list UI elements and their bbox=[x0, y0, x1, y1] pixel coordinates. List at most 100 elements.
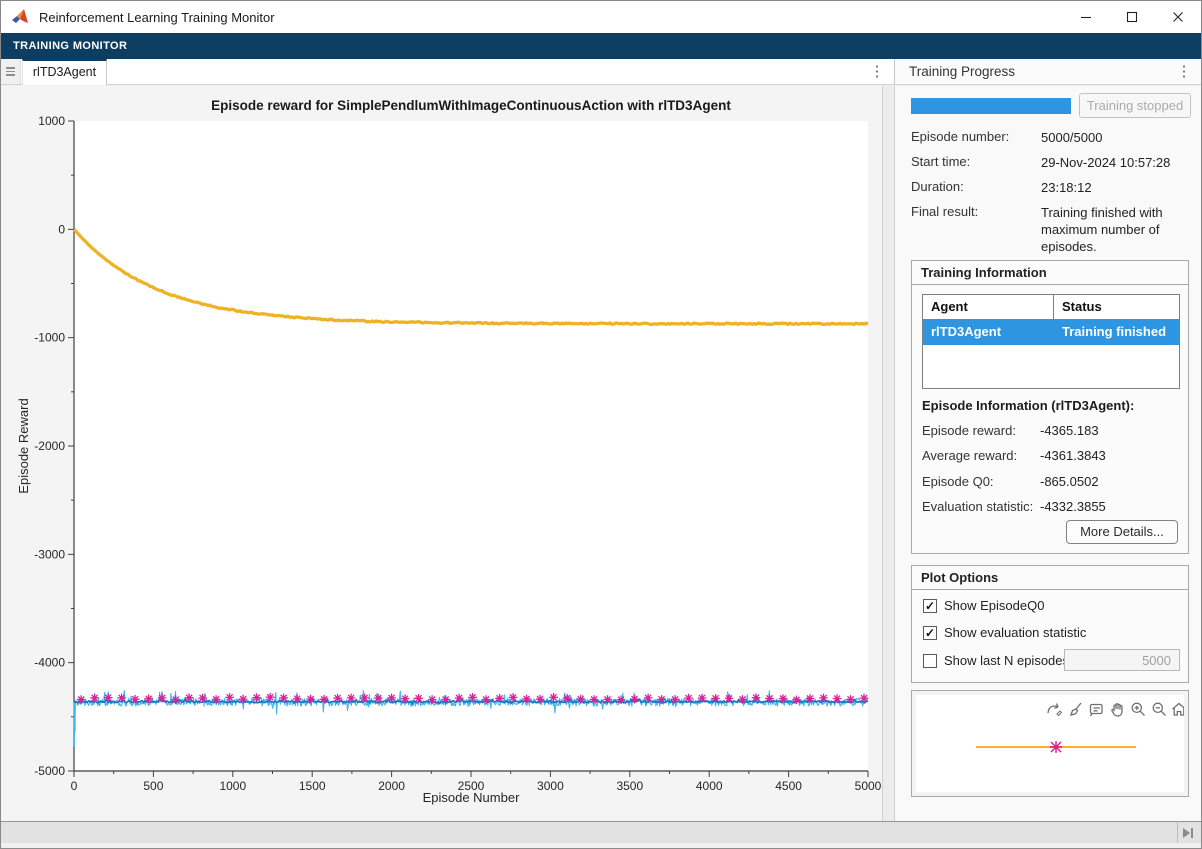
panel-title: Training Progress bbox=[909, 64, 1016, 79]
window-title: Reinforcement Learning Training Monitor bbox=[39, 9, 275, 25]
table-row[interactable]: rlTD3Agent Training finished bbox=[923, 320, 1179, 345]
svg-text:-4000: -4000 bbox=[34, 656, 65, 670]
document-tabs-menu-icon[interactable]: ⋮ bbox=[868, 59, 886, 85]
duration-label: Duration: bbox=[911, 179, 964, 194]
tab-grip-icon[interactable] bbox=[1, 59, 21, 84]
svg-text:Episode Number: Episode Number bbox=[423, 790, 520, 805]
column-status: Status bbox=[1062, 299, 1102, 314]
panel-menu-icon[interactable]: ⋮ bbox=[1175, 59, 1193, 85]
close-button[interactable] bbox=[1155, 1, 1201, 33]
svg-text:5000: 5000 bbox=[855, 779, 882, 793]
panel-header: Training Progress ⋮ bbox=[895, 59, 1201, 84]
start-time-value: 29-Nov-2024 10:57:28 bbox=[1041, 155, 1171, 170]
bottom-bar bbox=[1, 821, 1201, 843]
episode-reward-chart[interactable]: 0 500 1000 1500 2000 2500 3000 3500 4000 4500 5000… bbox=[1, 86, 882, 821]
svg-text:1500: 1500 bbox=[299, 779, 326, 793]
svg-text:1000: 1000 bbox=[219, 779, 246, 793]
episode-information-title: Episode Information (rlTD3Agent): bbox=[922, 398, 1135, 413]
svg-text:-5000: -5000 bbox=[34, 764, 65, 778]
zoom-out-icon[interactable] bbox=[1152, 702, 1166, 716]
episode-number-row: Episode number: 5000/5000 bbox=[911, 129, 1191, 146]
svg-text:Episode Reward: Episode Reward bbox=[16, 398, 31, 493]
progress-bar-fill bbox=[911, 98, 1071, 114]
cell-agent: rlTD3Agent bbox=[923, 320, 1054, 345]
cell-status: Training finished bbox=[1062, 324, 1167, 339]
minimize-button[interactable] bbox=[1063, 1, 1109, 33]
overview-plot-group bbox=[911, 690, 1189, 797]
training-information-group: Training Information Agent Status rlTD3A… bbox=[911, 260, 1189, 554]
app-window: Reinforcement Learning Training Monitor … bbox=[0, 0, 1202, 849]
more-details-button[interactable]: More Details... bbox=[1066, 520, 1178, 544]
svg-text:-3000: -3000 bbox=[34, 547, 65, 561]
matlab-logo-icon bbox=[12, 9, 28, 23]
evaluation-statistic-value: -4332.3855 bbox=[1040, 499, 1106, 514]
collapse-panel-icon[interactable] bbox=[1181, 826, 1195, 840]
ribbon: TRAINING MONITOR bbox=[1, 33, 1201, 59]
show-last-n-episodes-checkbox[interactable] bbox=[923, 653, 937, 668]
svg-text:500: 500 bbox=[143, 779, 163, 793]
datatips-icon[interactable] bbox=[1089, 703, 1103, 717]
episode-number-label: Episode number: bbox=[911, 129, 1010, 144]
duration-row: Duration: 23:18:12 bbox=[911, 179, 1191, 196]
document-tab-strip: rlTD3Agent ⋮ bbox=[1, 59, 895, 85]
training-stopped-button[interactable]: Training stopped bbox=[1079, 93, 1191, 118]
overview-plot[interactable] bbox=[916, 695, 1186, 792]
export-icon[interactable] bbox=[1047, 703, 1063, 717]
svg-text:4500: 4500 bbox=[775, 779, 802, 793]
ribbon-tab-training-monitor[interactable]: TRAINING MONITOR bbox=[1, 33, 139, 59]
home-icon[interactable] bbox=[1172, 702, 1186, 716]
show-episodeq0-label: Show EpisodeQ0 bbox=[944, 598, 1045, 613]
svg-text:2000: 2000 bbox=[378, 779, 405, 793]
episode-number-value: 5000/5000 bbox=[1041, 130, 1103, 145]
document-area: 0 500 1000 1500 2000 2500 3000 3500 4000 4500 5000… bbox=[1, 86, 882, 821]
column-agent: Agent bbox=[923, 295, 1054, 319]
svg-text:-1000: -1000 bbox=[34, 331, 65, 345]
progress-bar bbox=[911, 98, 1071, 114]
zoom-in-icon[interactable] bbox=[1131, 702, 1145, 716]
show-evaluation-statistic-checkbox[interactable]: ✓ bbox=[923, 625, 937, 640]
final-result-label: Final result: bbox=[911, 204, 979, 219]
tab-strip: rlTD3Agent ⋮ Training Progress ⋮ bbox=[1, 59, 1201, 85]
pan-icon[interactable] bbox=[1111, 703, 1123, 717]
training-progress-panel: Training stopped Episode number: 5000/50… bbox=[895, 86, 1201, 821]
plot-options-title: Plot Options bbox=[912, 566, 1188, 590]
start-time-label: Start time: bbox=[911, 154, 971, 169]
start-time-row: Start time: 29-Nov-2024 10:57:28 bbox=[911, 154, 1191, 171]
training-information-title: Training Information bbox=[912, 261, 1188, 285]
svg-text:0: 0 bbox=[58, 222, 65, 236]
evaluation-statistic-row: Evaluation statistic: -4332.3855 bbox=[922, 499, 1180, 514]
svg-text:1000: 1000 bbox=[38, 114, 65, 128]
svg-text:4000: 4000 bbox=[696, 779, 723, 793]
evaluation-statistic-label: Evaluation statistic: bbox=[922, 499, 1034, 514]
svg-text:0: 0 bbox=[71, 779, 78, 793]
final-result-value: Training finished with maximum number of… bbox=[1041, 205, 1163, 254]
episode-reward-row: Episode reward: -4365.183 bbox=[922, 423, 1180, 438]
episode-reward-value: -4365.183 bbox=[1040, 423, 1099, 438]
agent-status-table: Agent Status rlTD3Agent Training finishe… bbox=[922, 294, 1180, 389]
last-n-episodes-input[interactable] bbox=[1064, 649, 1180, 671]
vertical-scrollbar[interactable] bbox=[882, 86, 895, 821]
show-last-n-episodes-label: Show last N episodes bbox=[944, 653, 1070, 668]
svg-text:3000: 3000 bbox=[537, 779, 564, 793]
episode-reward-label: Episode reward: bbox=[922, 423, 1016, 438]
episode-q0-label: Episode Q0: bbox=[922, 474, 994, 489]
tab-rltd3agent[interactable]: rlTD3Agent bbox=[22, 59, 107, 85]
svg-text:3500: 3500 bbox=[616, 779, 643, 793]
overview-marker bbox=[1050, 741, 1062, 753]
episode-q0-row: Episode Q0: -865.0502 bbox=[922, 474, 1180, 489]
svg-text:Episode reward for SimplePendl: Episode reward for SimplePendlumWithImag… bbox=[211, 98, 731, 113]
horizontal-scrollbar[interactable] bbox=[1, 822, 1177, 843]
episode-q0-value: -865.0502 bbox=[1040, 474, 1099, 489]
table-header-row: Agent Status bbox=[923, 295, 1179, 320]
plot-options-group: Plot Options ✓ Show EpisodeQ0 ✓ Show eva… bbox=[911, 565, 1189, 683]
maximize-button[interactable] bbox=[1109, 1, 1155, 33]
average-reward-row: Average reward: -4361.3843 bbox=[922, 448, 1180, 463]
title-bar: Reinforcement Learning Training Monitor bbox=[1, 1, 1201, 33]
brush-icon[interactable] bbox=[1070, 702, 1082, 716]
average-reward-label: Average reward: bbox=[922, 448, 1018, 463]
show-evaluation-statistic-label: Show evaluation statistic bbox=[944, 625, 1087, 640]
final-result-row: Final result: Training finished with max… bbox=[911, 204, 1191, 255]
show-episodeq0-checkbox[interactable]: ✓ bbox=[923, 598, 937, 613]
duration-value: 23:18:12 bbox=[1041, 180, 1092, 195]
svg-text:-2000: -2000 bbox=[34, 439, 65, 453]
